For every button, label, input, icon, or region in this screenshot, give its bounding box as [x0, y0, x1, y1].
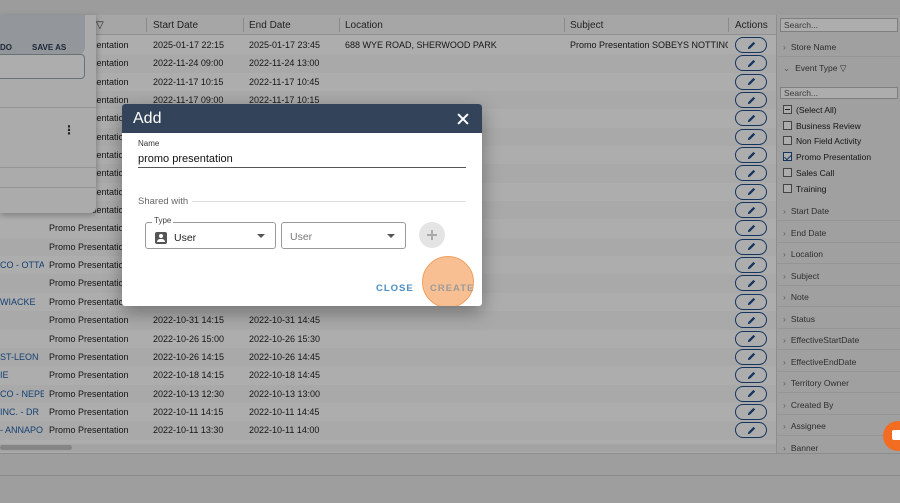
type-select[interactable]: Type User [145, 216, 276, 249]
type-legend: Type [152, 216, 174, 225]
add-user-button[interactable] [419, 222, 445, 248]
close-icon[interactable] [456, 112, 470, 126]
dialog-header: Add [122, 104, 482, 133]
divider [192, 201, 466, 202]
name-input[interactable] [138, 150, 466, 168]
user-icon [155, 232, 167, 244]
user-select[interactable]: User [281, 222, 406, 249]
shared-with-label: Shared with [138, 196, 189, 207]
create-button[interactable]: CREATE [430, 283, 474, 294]
dialog-title: Add [133, 110, 162, 127]
click-highlight [422, 256, 474, 306]
name-label: Name [138, 139, 160, 148]
chevron-down-icon [387, 234, 395, 238]
chevron-down-icon [257, 234, 265, 238]
add-dialog: Add Name Shared with Type User User CLOS… [122, 104, 482, 306]
close-button[interactable]: CLOSE [376, 283, 414, 294]
user-placeholder: User [290, 231, 313, 243]
type-value: User [174, 232, 197, 244]
